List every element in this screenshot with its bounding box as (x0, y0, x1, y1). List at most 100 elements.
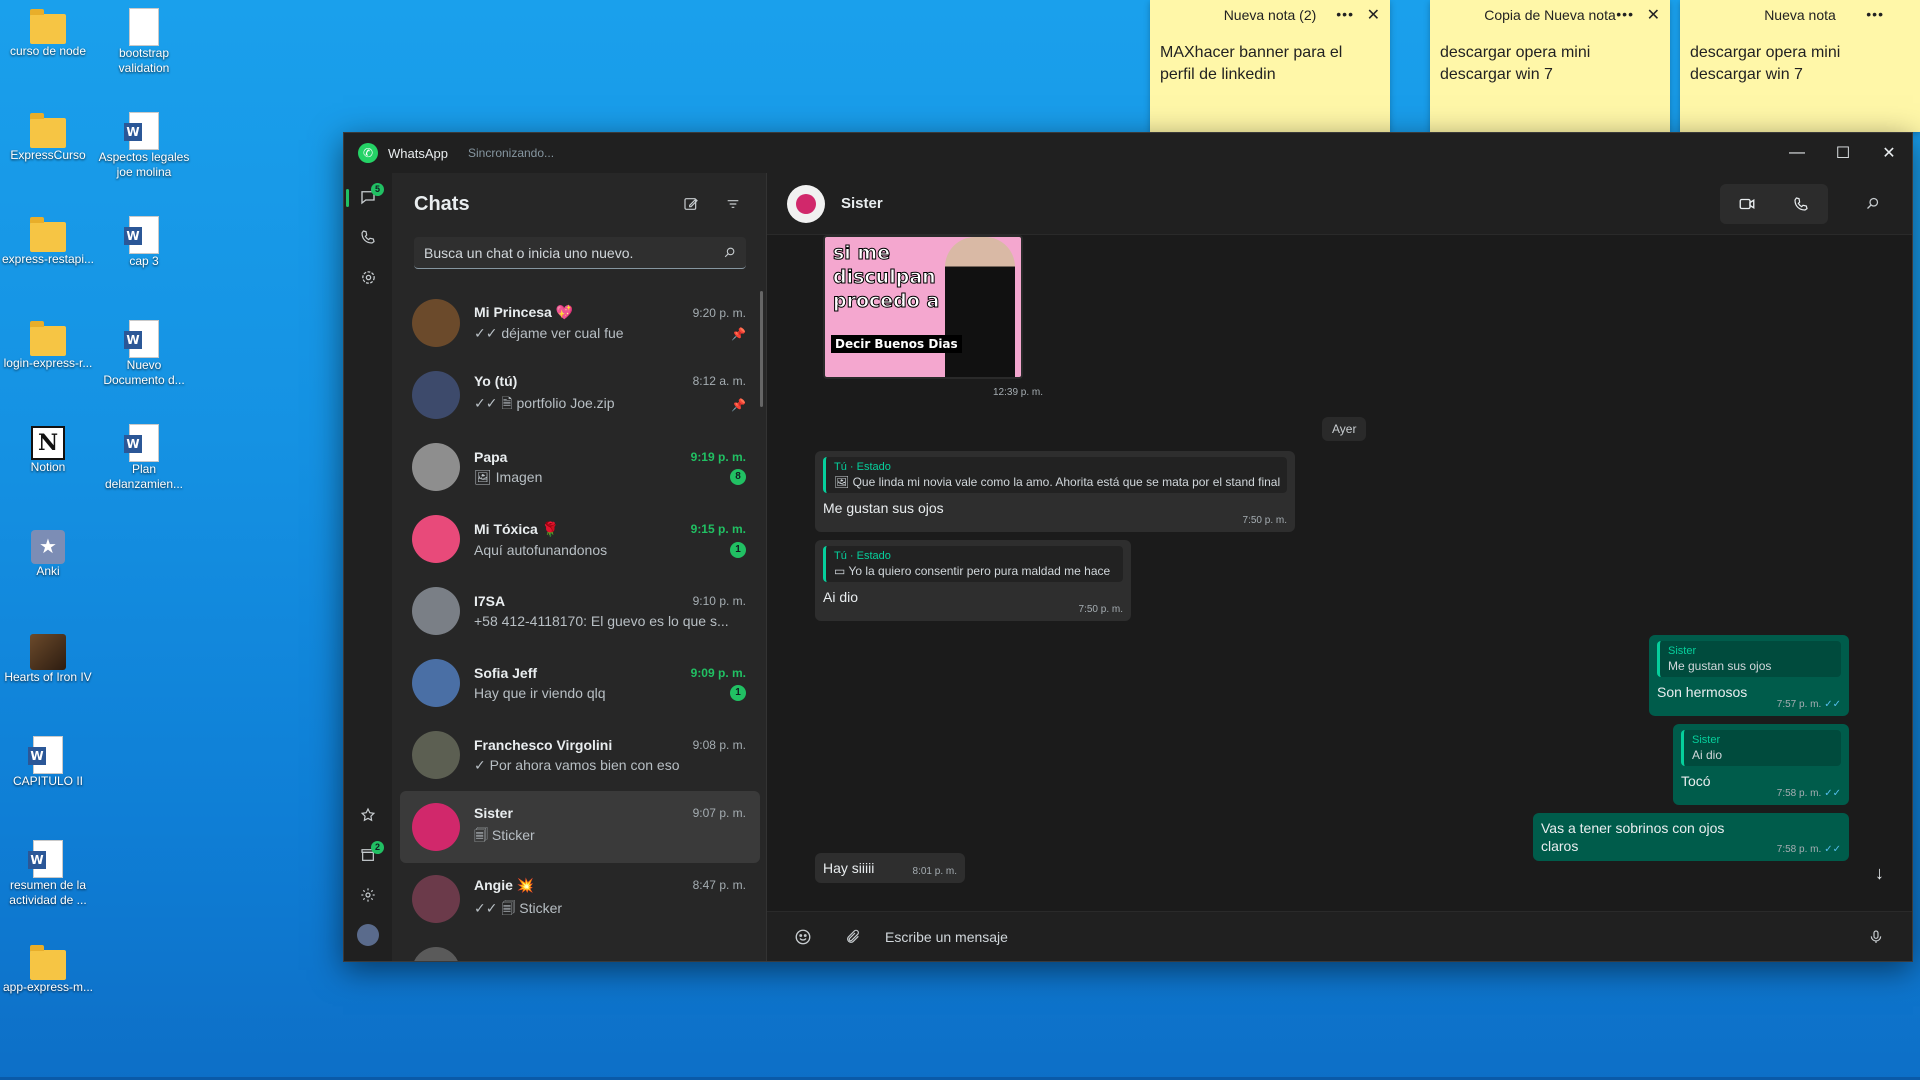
minimize-button[interactable]: — (1774, 133, 1820, 173)
message-bubble-outgoing[interactable]: Vas a tener sobrinos con ojos claros 7:5… (1533, 813, 1849, 861)
chat-list-item[interactable]: I7SA 9:10 p. m. +58 412-4118170: El guevo … (400, 575, 760, 647)
word-document-icon (124, 424, 159, 462)
message-bubble-incoming[interactable]: Hay siiiii 8:01 p. m. (815, 853, 965, 883)
voice-message-button[interactable] (1858, 919, 1894, 955)
desktop-icon-resumen[interactable]: resumen de la actividad de ... (0, 838, 96, 908)
sticker-image[interactable]: si me disculpan procedo a Decir Buenos D… (823, 235, 1023, 379)
chat-list-item[interactable]: Sofia Jeff 9:09 p. m. Hay que ir viendo ql… (400, 647, 760, 719)
desktop-icon-label: Aspectos legales joe molina (98, 150, 190, 179)
chat-item-top-row: Sofia Jeff 9:09 p. m. (474, 665, 746, 681)
chat-item-top-row: Mi Princesa 💖 9:20 p. m. (474, 304, 746, 321)
chat-item-top-row: Franchesco Virgolini 9:08 p. m. (474, 737, 746, 753)
close-icon[interactable]: ✕ (1647, 5, 1660, 25)
desktop-icon-label: cap 3 (129, 254, 159, 268)
message-input[interactable] (885, 928, 1858, 945)
more-options-icon[interactable]: ••• (1866, 6, 1884, 22)
conversation-header[interactable]: Sister (767, 173, 1912, 235)
desktop-icon-notion[interactable]: N Notion (0, 422, 96, 475)
chat-search-box[interactable] (414, 237, 746, 269)
sticky-note[interactable]: Nueva nota (2) ••• ✕ MAXhacer banner par… (1150, 0, 1390, 132)
chats-nav-button[interactable]: 5 (344, 177, 392, 217)
chat-item-top-row: Sister 9:07 p. m. (474, 805, 746, 821)
chat-list-item[interactable]: Yo (tú) 8:12 a. m. ✓✓ 🗎 portfolio Joe.zip 📌 (400, 359, 760, 431)
sticky-note-body[interactable]: descargar opera mini descargar win 7 (1680, 30, 1920, 86)
desktop-icon-anki[interactable]: ★ Anki (0, 526, 96, 579)
folder-icon (30, 9, 66, 44)
starred-nav-button[interactable] (344, 795, 392, 835)
message-bubble-outgoing[interactable]: Sister Me gustan sus ojos Son hermosos 7… (1649, 635, 1849, 716)
conversation-search-button[interactable] (1852, 184, 1892, 224)
chat-time: 8:12 a. m. (692, 374, 746, 388)
calls-nav-button[interactable] (344, 217, 392, 257)
search-icon (1866, 197, 1878, 209)
chat-preview: ✓✓ 🗐 Sticker (474, 899, 563, 916)
more-options-icon[interactable]: ••• (1616, 6, 1634, 22)
sticky-note-body[interactable]: MAXhacer banner para el perfil de linked… (1150, 30, 1390, 86)
message-bubble-incoming[interactable]: Tú · Estado ▭ Yo la quiero consentir per… (815, 540, 1131, 621)
quote-author: Tú · Estado (834, 550, 891, 562)
desktop-icon-plan-lanzamiento[interactable]: Plan delanzamien... (96, 422, 192, 492)
more-options-icon[interactable]: ••• (1336, 6, 1354, 22)
window-controls: — ☐ ✕ (1774, 133, 1912, 173)
avatar (357, 924, 379, 946)
new-chat-button[interactable] (676, 189, 706, 219)
message-bubble-outgoing[interactable]: Sister Ai dio Tocó 7:58 p. m. ✓✓ (1673, 724, 1849, 805)
quoted-message[interactable]: Tú · Estado 🖼 Que linda mi novia vale co… (823, 457, 1287, 493)
desktop-icon-login-express[interactable]: login-express-r... (0, 318, 96, 371)
chat-item-content: Mi Tóxica 🌹 9:15 p. m. Aquí autofunandonos… (474, 521, 746, 558)
sticky-note-title: Nueva nota (1764, 7, 1836, 23)
quoted-message[interactable]: Sister Me gustan sus ojos (1657, 641, 1841, 677)
chat-list-item[interactable]: Franchesco Virgolini 9:08 p. m. ✓ Por ahor… (400, 719, 760, 791)
voice-call-button[interactable] (1774, 184, 1828, 224)
desktop-icon-express-restapi[interactable]: express-restapi... (0, 214, 96, 267)
nav-rail: 5 2 (344, 173, 392, 961)
desktop-icon-cap-3[interactable]: cap 3 (96, 214, 192, 269)
chat-time: 9:19 p. m. (690, 449, 746, 464)
app-title: WhatsApp (388, 145, 448, 161)
message-bubble-incoming[interactable]: Tú · Estado 🖼 Que linda mi novia vale co… (815, 451, 1295, 532)
sticky-note[interactable]: Copia de Nueva nota ••• ✕ descargar oper… (1430, 0, 1670, 132)
quoted-message[interactable]: Tú · Estado ▭ Yo la quiero consentir per… (823, 546, 1123, 582)
archived-nav-button[interactable]: 2 (344, 835, 392, 875)
close-button[interactable]: ✕ (1866, 133, 1912, 173)
chat-list-item[interactable]: Maguia 💕8:32 p. m. (400, 935, 760, 961)
sticker-caption: Decir Buenos Dias (831, 335, 962, 353)
desktop-icon-bootstrap-validation[interactable]: bootstrap validation (96, 6, 192, 76)
chat-search-input[interactable] (424, 244, 723, 261)
desktop-icon-curso-de-node[interactable]: curso de node (0, 6, 96, 59)
status-nav-button[interactable] (344, 257, 392, 297)
settings-nav-button[interactable] (344, 875, 392, 915)
scroll-to-bottom-button[interactable]: ↓ (1875, 863, 1884, 884)
chat-item-content: Angie 💥 8:47 p. m. ✓✓ 🗐 Sticker (474, 877, 746, 922)
desktop-icon-label: Notion (30, 460, 66, 474)
emoji-button[interactable] (785, 919, 821, 955)
sticky-note-body[interactable]: descargar opera mini descargar win 7 (1430, 30, 1670, 86)
microphone-icon (1870, 929, 1882, 943)
chat-list-item[interactable]: Mi Tóxica 🌹 9:15 p. m. Aquí autofunandonos… (400, 503, 760, 575)
sticker-figure (945, 237, 1015, 377)
desktop-icon-aspectos-legales[interactable]: Aspectos legales joe molina (96, 110, 192, 180)
chat-list-item[interactable]: Mi Princesa 💖 9:20 p. m. ✓✓ déjame ver cua… (400, 287, 760, 359)
title-bar[interactable]: ✆ WhatsApp Sincronizando... — ☐ ✕ (344, 133, 1912, 173)
phone-icon (361, 230, 375, 244)
desktop-icon-expresscurso[interactable]: ExpressCurso (0, 110, 96, 163)
contact-avatar[interactable] (787, 184, 825, 223)
desktop-icon-hearts-of-iron[interactable]: Hearts of Iron IV (0, 630, 96, 685)
chat-list-item[interactable]: Sister 9:07 p. m. 🗐 Sticker (400, 791, 760, 863)
close-icon[interactable]: ✕ (1367, 5, 1380, 25)
chat-list-item[interactable]: Angie 💥 8:47 p. m. ✓✓ 🗐 Sticker (400, 863, 760, 935)
word-document-icon (124, 216, 159, 254)
filter-button[interactable] (718, 189, 748, 219)
chat-item-bottom-row: 🗐 Sticker (474, 825, 746, 849)
sticky-note[interactable]: Nueva nota ••• descargar opera mini desc… (1680, 0, 1920, 132)
desktop-icon-capitulo-ii[interactable]: CAPITULO II (0, 734, 96, 789)
video-call-button[interactable] (1720, 184, 1774, 224)
chat-list-item[interactable]: Papa 9:19 p. m. 🖼 Imagen 8 (400, 431, 760, 503)
quoted-message[interactable]: Sister Ai dio (1681, 730, 1841, 766)
desktop-icon-nuevo-documento[interactable]: Nuevo Documento d... (96, 318, 192, 388)
profile-nav-button[interactable] (344, 915, 392, 955)
attach-button[interactable] (835, 919, 871, 955)
desktop-icon-app-express[interactable]: app-express-m... (0, 942, 96, 995)
contact-name[interactable]: Sister (841, 195, 1720, 212)
maximize-button[interactable]: ☐ (1820, 133, 1866, 173)
